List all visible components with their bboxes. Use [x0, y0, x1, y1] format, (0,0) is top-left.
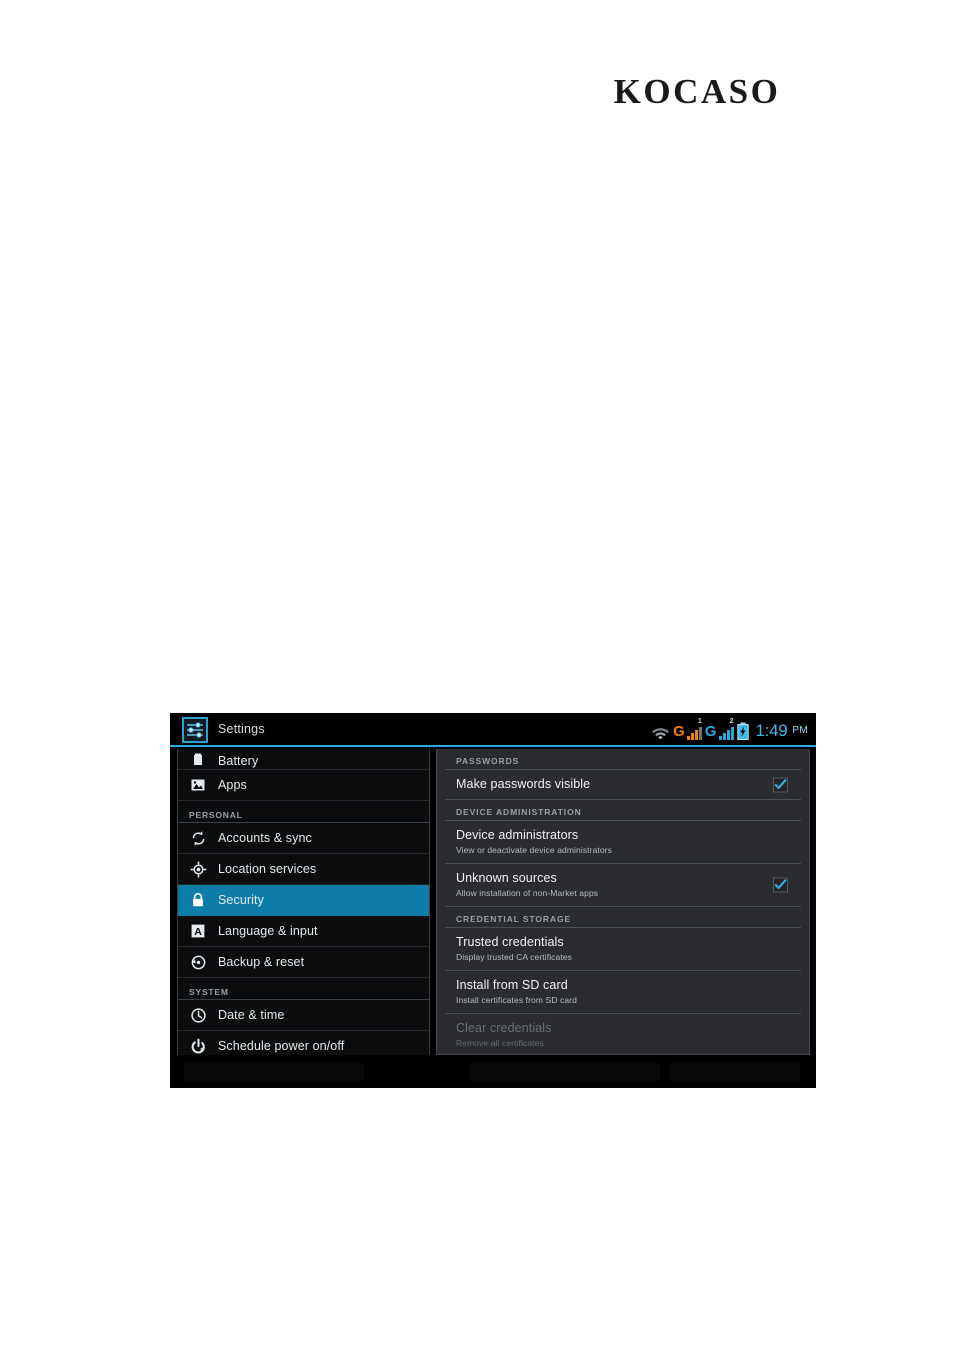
option-row-trusted-credentials[interactable]: Trusted credentials Display trusted CA ce…: [445, 928, 801, 971]
clock-icon: [189, 1006, 207, 1024]
sidebar-item-battery[interactable]: Battery: [178, 749, 429, 770]
sidebar-item-location-services[interactable]: Location services: [178, 854, 429, 885]
sidebar-item-label: Date & time: [218, 1008, 285, 1022]
sidebar-item-language-input[interactable]: A Language & input: [178, 916, 429, 947]
sim2-network-label: G: [704, 723, 717, 740]
checkbox-make-passwords-visible[interactable]: [773, 777, 788, 792]
sidebar-item-label: Language & input: [218, 924, 318, 938]
status-bar[interactable]: G 1 G 2 1:49 PM: [651, 718, 808, 742]
app-title: Settings: [218, 722, 265, 736]
sidebar-item-accounts-sync[interactable]: Accounts & sync: [178, 823, 429, 854]
location-icon: [189, 860, 207, 878]
status-clock-ampm: PM: [792, 724, 808, 736]
option-title: Install from SD card: [456, 978, 568, 992]
nav-slot-right[interactable]: [670, 1063, 800, 1081]
lock-icon: [189, 891, 207, 909]
sidebar-item-label: Battery: [218, 754, 259, 768]
sidebar-section-personal: PERSONAL: [178, 801, 429, 823]
sidebar-item-label: Backup & reset: [218, 955, 305, 969]
option-row-make-passwords-visible[interactable]: Make passwords visible: [445, 770, 801, 800]
backup-reset-icon: [189, 953, 207, 971]
section-header-device-administration: DEVICE ADMINISTRATION: [445, 800, 801, 821]
wifi-icon: [651, 720, 670, 740]
battery-charging-icon: [736, 720, 749, 740]
language-a-icon: A: [189, 922, 207, 940]
sim1-signal-bars: 1: [686, 718, 702, 740]
apps-image-icon: [189, 776, 207, 794]
option-title: Trusted credentials: [456, 935, 564, 949]
battery-icon: [189, 750, 207, 768]
sim1-signal-indicator: G 1: [673, 718, 702, 740]
option-title: Unknown sources: [456, 871, 557, 885]
option-title: Device administrators: [456, 828, 579, 842]
option-row-unknown-sources[interactable]: Unknown sources Allow installation of non…: [445, 864, 801, 907]
sim2-slot-number: 2: [729, 718, 734, 725]
tablet-settings-screenshot: Settings G 1 G 2 1:49 PM Battery Apps PE…: [170, 713, 816, 1088]
settings-sliders-icon: [182, 717, 208, 743]
option-subtitle: Remove all certificates: [456, 1038, 544, 1048]
sidebar-item-label: Schedule power on/off: [218, 1039, 345, 1053]
sync-icon: [189, 829, 207, 847]
brand-logo: KOCASO: [613, 72, 781, 111]
sidebar-item-date-time[interactable]: Date & time: [178, 1000, 429, 1031]
status-clock: 1:49: [755, 720, 788, 740]
sidebar-item-label: Location services: [218, 862, 317, 876]
option-row-device-administrators[interactable]: Device administrators View or deactivate …: [445, 821, 801, 864]
system-navigation-bar[interactable]: [170, 1055, 816, 1088]
svg-text:A: A: [194, 926, 202, 938]
sim2-signal-indicator: G 2: [704, 718, 734, 740]
sim1-network-label: G: [673, 723, 685, 740]
option-row-clear-credentials: Clear credentials Remove all certificates: [445, 1014, 801, 1054]
power-icon: [189, 1037, 207, 1055]
option-subtitle: Install certificates from SD card: [456, 995, 577, 1005]
section-header-credential-storage: CREDENTIAL STORAGE: [445, 907, 801, 928]
sidebar-section-system: SYSTEM: [178, 978, 429, 1000]
sidebar-item-apps[interactable]: Apps: [178, 770, 429, 801]
settings-sidebar[interactable]: Battery Apps PERSONAL Accounts & sync Locati…: [177, 749, 430, 1055]
option-subtitle: View or deactivate device administrators: [456, 845, 612, 855]
sidebar-item-label: Security: [218, 893, 264, 907]
sidebar-item-security[interactable]: Security: [178, 885, 429, 916]
option-title: Clear credentials: [456, 1021, 552, 1035]
sim1-slot-number: 1: [697, 718, 702, 725]
option-subtitle: Display trusted CA certificates: [456, 952, 573, 962]
nav-slot-mid[interactable]: [470, 1063, 660, 1081]
sim2-signal-bars: 2: [718, 718, 734, 740]
security-detail-panel[interactable]: PASSWORDS Make passwords visible DEVICE AD…: [436, 749, 810, 1055]
sidebar-item-backup-reset[interactable]: Backup & reset: [178, 947, 429, 978]
title-bar: Settings G 1 G 2 1:49 PM: [170, 713, 816, 747]
option-row-install-from-sd-card[interactable]: Install from SD card Install certificates…: [445, 971, 801, 1014]
checkbox-unknown-sources[interactable]: [773, 877, 788, 893]
settings-body: Battery Apps PERSONAL Accounts & sync Locati…: [170, 749, 816, 1055]
sidebar-item-label: Accounts & sync: [218, 831, 312, 845]
sidebar-item-label: Apps: [218, 778, 247, 792]
sidebar-item-schedule-power-on-off[interactable]: Schedule power on/off: [178, 1031, 429, 1055]
nav-slot-left[interactable]: [184, 1063, 364, 1081]
option-subtitle: Allow installation of non-Market apps: [456, 888, 599, 898]
section-header-passwords: PASSWORDS: [445, 749, 801, 770]
option-title: Make passwords visible: [456, 777, 591, 791]
